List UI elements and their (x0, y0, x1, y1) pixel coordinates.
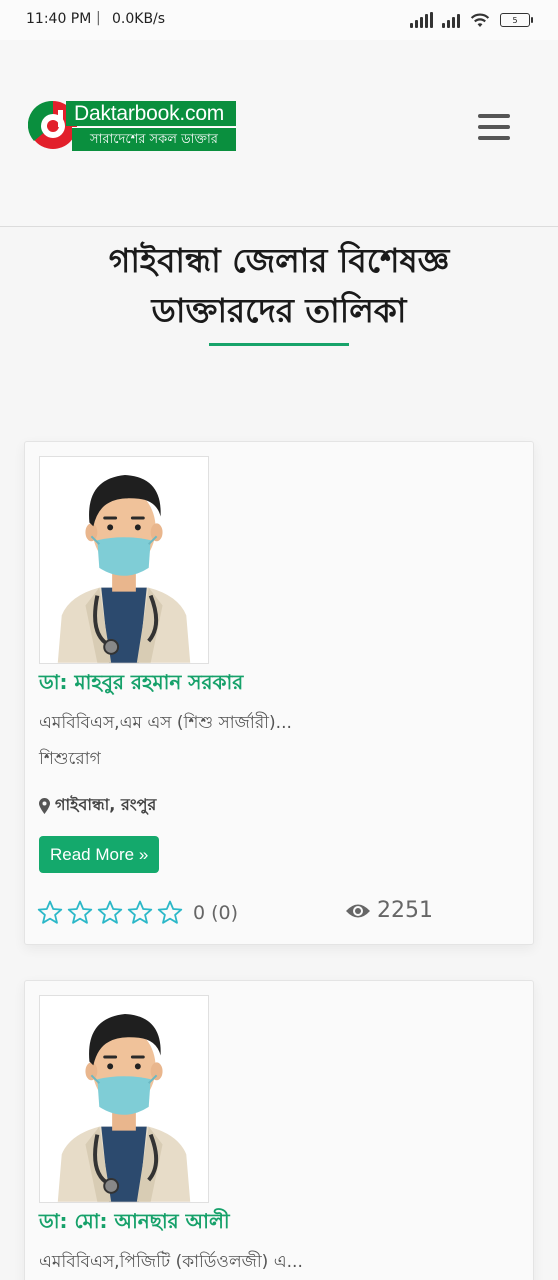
eye-icon (346, 904, 370, 917)
status-bar: 11:40 PM | 0.0KB/s 5 (0, 0, 558, 40)
page-title-line-1: গাইবান্ধা জেলার বিশেষজ্ঞ (108, 241, 450, 280)
doctor-avatar-illustration (40, 996, 208, 1202)
map-pin-icon (39, 797, 50, 814)
star-icon[interactable] (67, 900, 93, 925)
doctor-specialty: শিশুরোগ (39, 749, 101, 769)
site-header: Daktarbook.com সারাদেশের সকল ডাক্তার (0, 40, 558, 227)
status-separator: | (96, 10, 101, 26)
doctor-card: ডা: মাহবুর রহমান সরকার এমবিবিএস,এম এস (শ… (24, 441, 534, 945)
title-underline (209, 343, 349, 346)
page: 11:40 PM | 0.0KB/s 5 Daktarbook.com সারা… (0, 0, 558, 1280)
signal-icon-2 (442, 12, 460, 28)
status-icons: 5 (410, 10, 533, 30)
logo-title: Daktarbook.com (66, 101, 236, 126)
site-logo[interactable]: Daktarbook.com সারাদেশের সকল ডাক্তার (28, 99, 238, 153)
doctor-photo[interactable] (39, 456, 209, 664)
status-time: 11:40 PM (26, 11, 92, 27)
star-icon[interactable] (157, 900, 183, 925)
signal-icon (410, 12, 433, 28)
read-more-button[interactable]: Read More » (39, 836, 160, 873)
view-count: 2251 (345, 898, 433, 923)
doctor-name[interactable]: ডা: মাহবুর রহমান সরকার (39, 668, 243, 701)
doctor-card: ডা: মো: আনছার আলী এমবিবিএস,পিজিটি (কার্ড… (24, 980, 534, 1280)
doctor-degree: এমবিবিএস,এম এস (শিশু সার্জারী)... (39, 713, 292, 733)
wifi-icon (470, 13, 490, 27)
star-icon[interactable] (37, 900, 63, 925)
hamburger-menu-icon[interactable] (478, 114, 510, 142)
page-title-line-2: ডাক্তারদের তালিকা (151, 291, 407, 330)
doctor-name[interactable]: ডা: মো: আনছার আলী (39, 1207, 230, 1240)
doctor-degree: এমবিবিএস,পিজিটি (কার্ডিওলজী) এ... (39, 1252, 303, 1272)
rating-count: 0 (0) (193, 902, 239, 924)
star-icon[interactable] (127, 900, 153, 925)
doctor-photo[interactable] (39, 995, 209, 1203)
star-icon[interactable] (97, 900, 123, 925)
doctor-avatar-illustration (40, 457, 208, 663)
network-speed: 0.0KB/s (112, 11, 166, 27)
battery-icon: 5 (500, 13, 533, 27)
doctor-location: গাইবান্ধা, রংপুর (39, 792, 156, 819)
page-title: গাইবান্ধা জেলার বিশেষজ্ঞ ডাক্তারদের তালি… (20, 236, 538, 336)
logo-tagline: সারাদেশের সকল ডাক্তার (72, 127, 236, 151)
view-count-text: 2251 (377, 898, 433, 923)
rating-stars[interactable] (37, 900, 183, 925)
doctor-location-text: গাইবান্ধা, রংপুর (55, 795, 157, 814)
